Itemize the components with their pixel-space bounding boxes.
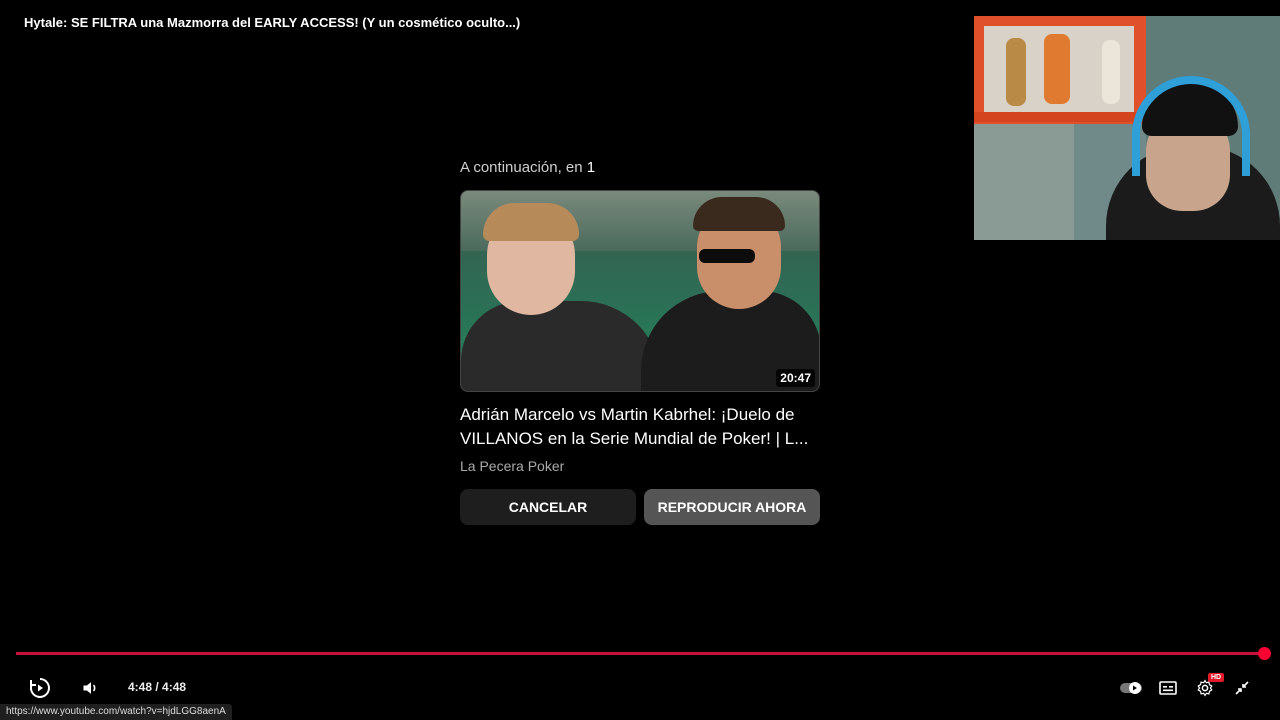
replay-icon[interactable]	[28, 676, 52, 700]
up-next-label: A continuación, en 1	[460, 159, 595, 176]
cancel-button[interactable]: CANCELAR	[460, 489, 636, 525]
subtitles-icon[interactable]	[1158, 676, 1178, 700]
progress-bar[interactable]	[16, 652, 1264, 655]
progress-scrubber[interactable]	[1258, 647, 1271, 660]
autoplay-toggle-icon[interactable]	[1120, 676, 1142, 700]
exit-fullscreen-icon[interactable]	[1232, 676, 1252, 700]
channel-name[interactable]: La Pecera Poker	[460, 458, 564, 474]
play-now-button[interactable]: REPRODUCIR AHORA	[644, 489, 820, 525]
figurine	[1006, 38, 1026, 106]
webcam-overlay	[974, 16, 1280, 240]
volume-icon[interactable]	[80, 676, 102, 700]
figurine	[1102, 40, 1120, 104]
status-bar-url: https://www.youtube.com/watch?v=hjdLGG8a…	[0, 704, 232, 720]
up-next-thumbnail[interactable]: 20:47	[460, 190, 820, 392]
up-next-text: A continuación, en	[460, 159, 583, 176]
figurine	[1044, 34, 1070, 104]
hd-badge: HD	[1208, 673, 1225, 682]
countdown: 1	[586, 159, 596, 176]
video-title: Hytale: SE FILTRA una Mazmorra del EARLY…	[24, 15, 521, 30]
duration-badge: 20:47	[776, 369, 815, 387]
up-next-title[interactable]: Adrián Marcelo vs Martin Kabrhel: ¡Duelo…	[460, 403, 820, 451]
time-display: 4:48 / 4:48	[128, 680, 187, 694]
